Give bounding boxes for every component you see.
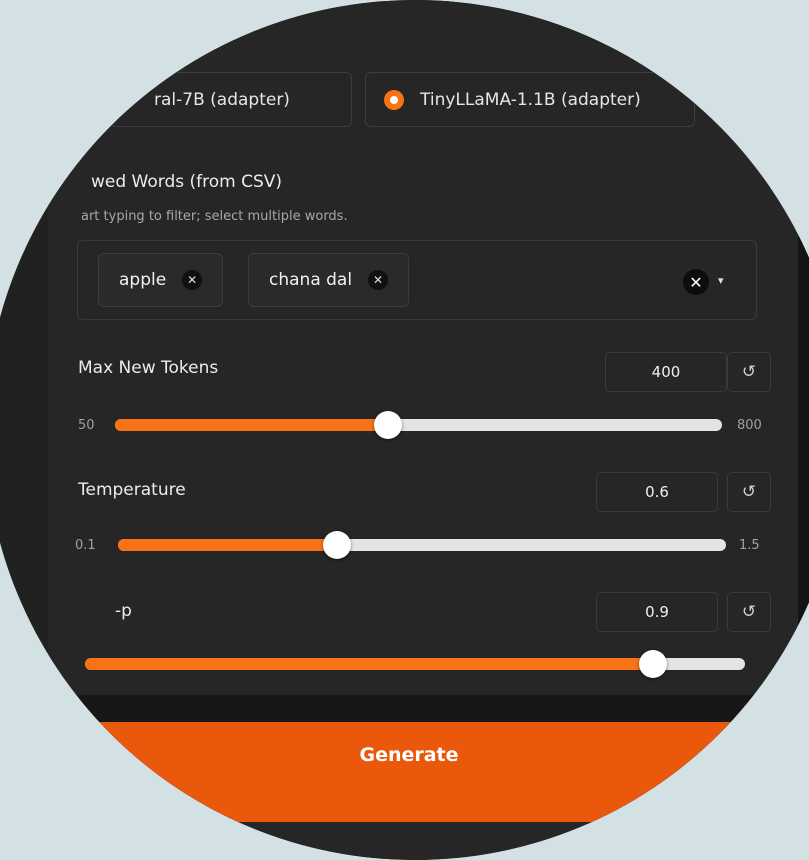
temperature-slider[interactable] bbox=[118, 531, 726, 559]
word-multiselect[interactable]: apple ✕ chana dal ✕ ✕ ▾ bbox=[77, 240, 757, 320]
allowed-words-hint: art typing to filter; select multiple wo… bbox=[81, 209, 348, 224]
remove-chip-icon[interactable]: ✕ bbox=[182, 270, 203, 290]
magnified-view: ral-7B (adapter) TinyLLaMA-1.1B (adapter… bbox=[0, 0, 809, 860]
word-chip-chana-dal[interactable]: chana dal ✕ bbox=[248, 253, 410, 307]
allowed-words-title: wed Words (from CSV) bbox=[91, 172, 283, 192]
reset-icon[interactable]: ↺ bbox=[727, 352, 771, 392]
temperature-input[interactable]: 0.6 bbox=[596, 472, 718, 512]
slider-min: 50 bbox=[78, 418, 95, 433]
model-option-label: ral-7B (adapter) bbox=[154, 89, 290, 110]
top-p-input[interactable]: 0.9 bbox=[596, 592, 718, 632]
generate-button[interactable]: Generate bbox=[0, 722, 809, 822]
slider-max: 1.5 bbox=[739, 538, 760, 553]
slider-thumb[interactable] bbox=[374, 411, 403, 439]
reset-icon[interactable]: ↺ bbox=[727, 472, 771, 512]
remove-chip-icon[interactable]: ✕ bbox=[368, 270, 389, 290]
radio-selected-icon[interactable] bbox=[384, 89, 404, 110]
panel-footer-gap bbox=[0, 695, 809, 725]
generate-label: Generate bbox=[359, 744, 459, 766]
top-p-slider[interactable] bbox=[85, 650, 745, 678]
max-new-tokens-input[interactable]: 400 bbox=[605, 352, 727, 392]
chip-label: chana dal bbox=[269, 270, 353, 290]
slider-fill bbox=[118, 539, 337, 551]
word-chip-apple[interactable]: apple ✕ bbox=[98, 253, 224, 307]
slider-fill bbox=[85, 658, 653, 670]
model-option-mistral[interactable]: ral-7B (adapter) bbox=[110, 72, 352, 127]
slider-min: 0.1 bbox=[75, 538, 96, 553]
slider-thumb[interactable] bbox=[638, 650, 667, 678]
temperature-label: Temperature bbox=[78, 480, 186, 500]
slider-max: 800 bbox=[737, 418, 762, 433]
max-new-tokens-label: Max New Tokens bbox=[78, 358, 219, 378]
clear-all-icon[interactable]: ✕ bbox=[683, 269, 709, 295]
top-p-label: -p bbox=[115, 601, 132, 621]
reset-icon[interactable]: ↺ bbox=[727, 592, 771, 632]
chip-label: apple bbox=[119, 270, 167, 290]
max-new-tokens-slider[interactable] bbox=[115, 411, 722, 439]
chevron-down-icon[interactable]: ▾ bbox=[718, 274, 724, 287]
model-option-tinyllama[interactable]: TinyLLaMA-1.1B (adapter) bbox=[365, 72, 695, 127]
slider-thumb[interactable] bbox=[322, 531, 351, 559]
model-option-label: TinyLLaMA-1.1B (adapter) bbox=[420, 89, 641, 110]
scrollbar-track[interactable] bbox=[798, 200, 809, 720]
slider-fill bbox=[115, 419, 389, 431]
